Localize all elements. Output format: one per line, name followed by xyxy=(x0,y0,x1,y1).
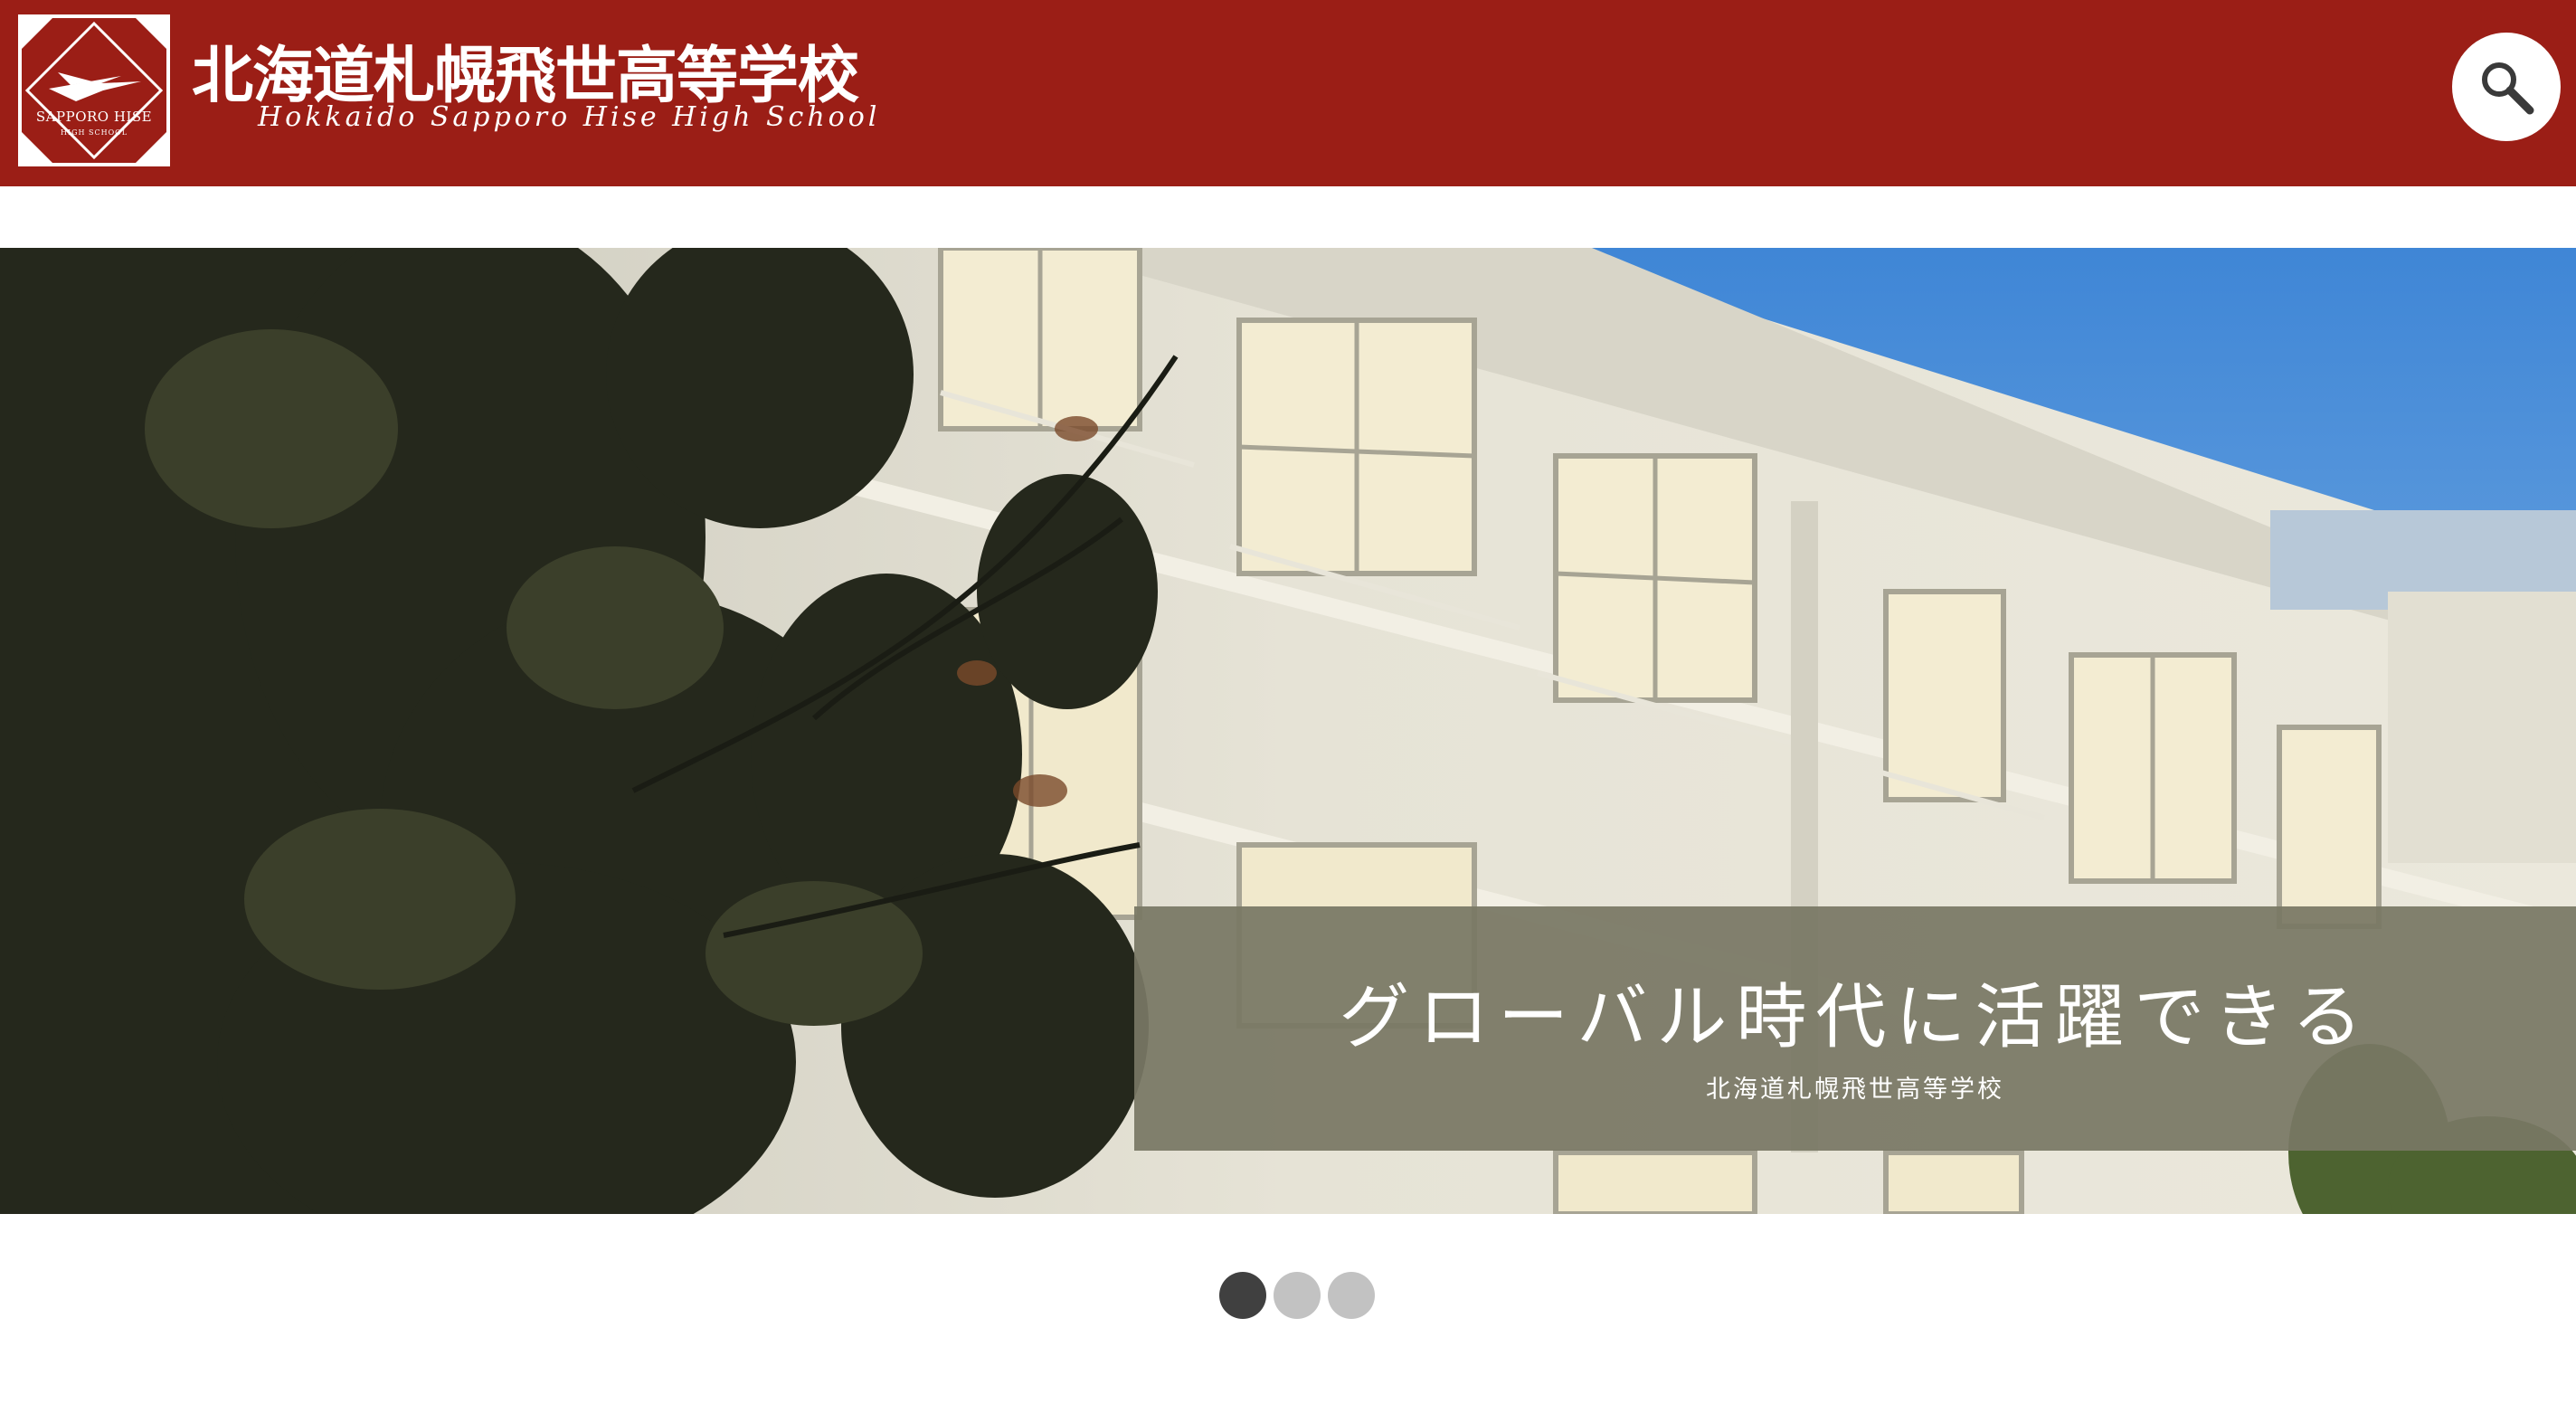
carousel-dot-3[interactable] xyxy=(1328,1272,1375,1319)
hero-caption-sub: 北海道札幌飛世高等学校 xyxy=(1706,1076,2004,1104)
site-header: SAPPORO HISE HIGH SCHOOL 北海道札幌飛世高等学校 Hok… xyxy=(0,0,2576,186)
site-subtitle: Hokkaido Sapporo Hise High School xyxy=(258,101,881,133)
hero-slideshow[interactable]: グローバル時代に活躍できる 北海道札幌飛世高等学校 xyxy=(0,248,2576,1214)
search-icon xyxy=(2482,62,2534,115)
hero-caption-main: グローバル時代に活躍できる xyxy=(1339,977,2372,1058)
carousel-dot-2[interactable] xyxy=(1274,1272,1321,1319)
hero-caption: グローバル時代に活躍できる 北海道札幌飛世高等学校 xyxy=(1134,906,2576,1151)
school-logo[interactable]: SAPPORO HISE HIGH SCHOOL xyxy=(18,14,170,166)
carousel-indicators xyxy=(1219,1272,1382,1319)
logo-text-line1: SAPPORO HISE xyxy=(35,109,153,125)
logo-text-line2: HIGH SCHOOL xyxy=(60,128,128,137)
carousel-dot-1[interactable] xyxy=(1219,1272,1266,1319)
search-button[interactable] xyxy=(2452,33,2561,141)
bird-emblem-icon xyxy=(22,18,166,163)
